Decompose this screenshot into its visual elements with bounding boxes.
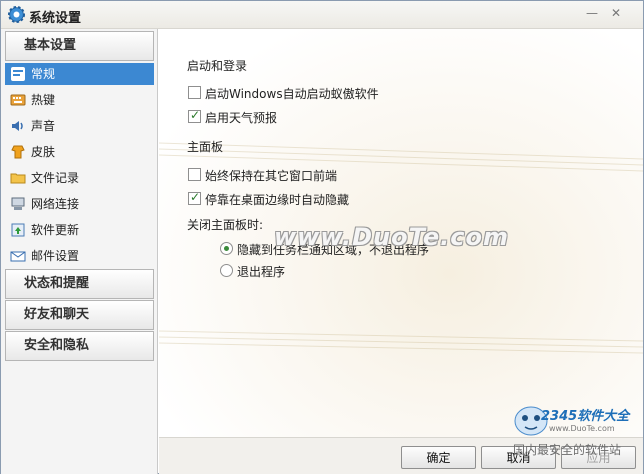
speaker-icon — [12, 121, 23, 131]
sidebar-item-sound[interactable]: 声音 — [5, 115, 154, 137]
brand-site: www.DuoTe.com — [549, 424, 615, 433]
settings-icon — [11, 67, 25, 81]
keyboard-icon — [10, 94, 26, 106]
minimize-button[interactable]: — — [583, 5, 601, 21]
close-section-title: 关闭主面板时: — [187, 218, 264, 232]
exit-program-radio[interactable] — [220, 264, 233, 277]
sidebar-item-network[interactable]: 网络连接 — [5, 193, 154, 215]
sidebar-item-label: 文件记录 — [31, 171, 80, 185]
sidebar-item-label: 网络连接 — [31, 197, 80, 211]
sidebar-item-skin[interactable]: 皮肤 — [5, 141, 154, 163]
folder-icon — [10, 173, 26, 184]
startup-section-title: 启动和登录 — [187, 59, 248, 73]
brand-logo-text: 2345软件大全 — [541, 409, 630, 424]
settings-sidebar: 基本设置 常规 热键 声音 皮肤 文件记录 网络连接 软件更新 邮件设置 状态和… — [1, 29, 158, 474]
sidebar-item-general[interactable]: 常规 — [5, 63, 154, 85]
autostart-label: 启动Windows自动启动蚁傲软件 — [205, 87, 379, 101]
close-button[interactable]: ✕ — [607, 5, 625, 21]
sidebar-item-label: 邮件设置 — [31, 249, 80, 263]
sidebar-item-label: 声音 — [31, 119, 56, 133]
skin-icon — [11, 145, 25, 159]
hide-to-tray-radio[interactable] — [220, 242, 233, 255]
group-basic-settings[interactable]: 基本设置 — [5, 31, 154, 61]
weather-label: 启用天气预报 — [205, 111, 278, 125]
sidebar-item-file-records[interactable]: 文件记录 — [5, 167, 154, 189]
sidebar-item-label: 常规 — [31, 67, 56, 81]
group-security-privacy[interactable]: 安全和隐私 — [5, 331, 154, 361]
group-friends-chat[interactable]: 好友和聊天 — [5, 300, 154, 330]
always-on-top-checkbox[interactable] — [188, 168, 201, 181]
close-icon: ✕ — [610, 6, 622, 20]
window-title: 系统设置 — [29, 11, 82, 26]
music-staff-decoration — [159, 330, 643, 354]
sidebar-item-label: 软件更新 — [31, 223, 80, 237]
autostart-checkbox[interactable] — [188, 86, 201, 99]
sidebar-item-mail-settings[interactable]: 邮件设置 — [5, 245, 154, 267]
sidebar-item-label: 热键 — [31, 93, 56, 107]
network-icon — [11, 197, 25, 210]
sidebar-item-software-update[interactable]: 软件更新 — [5, 219, 154, 241]
sidebar-item-hotkey[interactable]: 热键 — [5, 89, 154, 111]
watermark: www.DuoTe.com — [274, 223, 509, 251]
weather-checkbox[interactable] — [188, 108, 201, 123]
sidebar-item-label: 皮肤 — [31, 145, 56, 159]
panel-section-title: 主面板 — [187, 140, 224, 154]
mail-icon — [10, 251, 26, 262]
exit-program-label: 退出程序 — [237, 265, 286, 279]
ok-button[interactable]: 确定 — [401, 446, 476, 469]
auto-hide-checkbox[interactable] — [188, 190, 201, 205]
settings-window: 系统设置 — ✕ 基本设置 常规 热键 声音 皮肤 文件记录 网络连接 软件更新… — [0, 0, 644, 474]
auto-hide-label: 停靠在桌面边缘时自动隐藏 — [205, 193, 350, 207]
minimize-icon: — — [586, 6, 598, 20]
group-status-alerts[interactable]: 状态和提醒 — [5, 269, 154, 299]
brand-tagline: 国内最安全的软件站 — [513, 443, 622, 457]
always-on-top-label: 始终保持在其它窗口前端 — [205, 169, 338, 183]
title-bar: 系统设置 — ✕ — [1, 1, 643, 29]
update-icon — [11, 223, 25, 237]
gear-icon — [8, 6, 25, 23]
